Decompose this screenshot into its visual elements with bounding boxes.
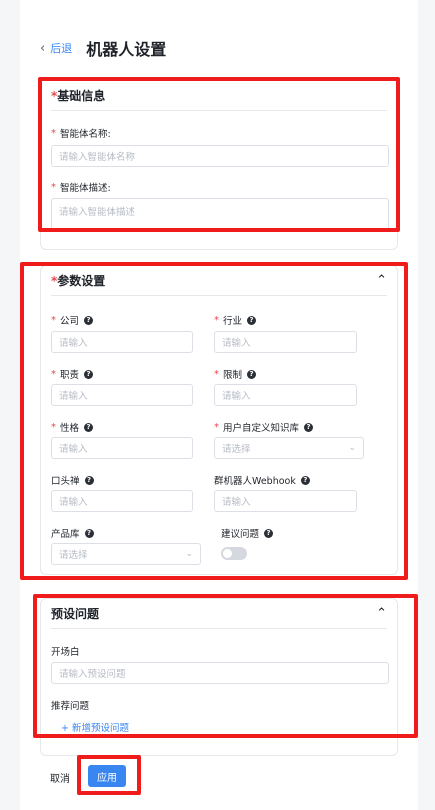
cancel-button[interactable]: 取消: [50, 770, 70, 785]
page-title: 机器人设置: [86, 40, 167, 59]
add-preset-question-link[interactable]: + 新增预设问题: [61, 720, 129, 734]
page-header: ‹ 后退 机器人设置: [40, 36, 166, 60]
webhook-label: 群机器人Webhook?: [214, 473, 310, 487]
help-icon[interactable]: ?: [247, 315, 257, 325]
preset-title: 预设问题: [51, 607, 100, 621]
knowledge-base-select[interactable]: 请选择 ⌄: [214, 437, 364, 459]
company-input[interactable]: 请输入: [51, 331, 193, 353]
suggest-toggle[interactable]: [221, 547, 247, 560]
chevron-left-icon: ‹: [40, 40, 46, 56]
industry-input[interactable]: 请输入: [214, 331, 357, 353]
product-label: 产品库?: [51, 526, 94, 540]
duty-input[interactable]: 请输入: [51, 384, 193, 406]
company-label: * 公司?: [51, 313, 94, 327]
params-title: *参数设置: [51, 274, 106, 288]
duty-label: * 职责?: [51, 367, 94, 381]
agent-desc-label: * 智能体描述:: [51, 181, 111, 195]
back-link[interactable]: ‹ 后退: [40, 40, 72, 56]
apply-button[interactable]: 应用: [88, 765, 126, 787]
collapse-chevron-icon[interactable]: ⌃: [376, 273, 387, 288]
toggle-knob: [223, 549, 232, 558]
help-icon[interactable]: ?: [84, 422, 94, 432]
character-input[interactable]: 请输入: [51, 437, 193, 459]
chevron-down-icon: ⌄: [185, 549, 193, 559]
industry-label: * 行业?: [214, 313, 257, 327]
back-label: 后退: [50, 42, 73, 55]
help-icon[interactable]: ?: [247, 369, 257, 379]
agent-name-input[interactable]: 请输入智能体名称: [51, 145, 389, 167]
preset-header: 预设问题 ⌃: [51, 599, 387, 629]
help-icon[interactable]: ?: [84, 528, 94, 538]
help-icon[interactable]: ?: [84, 475, 94, 485]
settings-page: ‹ 后退 机器人设置 *基础信息 * 智能体名称: 请输入智能体名称 * 智能体描述…: [20, 0, 418, 810]
preset-card: 预设问题 ⌃ 开场白 请输入预设问题 推荐问题 + 新增预设问题: [40, 598, 398, 756]
help-icon[interactable]: ?: [84, 369, 94, 379]
character-label: * 性格?: [51, 420, 94, 434]
help-icon[interactable]: ?: [304, 422, 314, 432]
catchphrase-input[interactable]: 请输入: [51, 490, 193, 512]
params-card: *参数设置 ⌃ * 公司? 请输入 * 行业? 请输入 * 职责? 请输入 * 限制? …: [40, 265, 398, 575]
basic-info-header: *基础信息: [51, 81, 387, 111]
agent-desc-textarea[interactable]: 请输入智能体描述: [51, 198, 389, 230]
suggest-label: 建议问题?: [221, 526, 274, 540]
opening-input[interactable]: 请输入预设问题: [51, 662, 389, 684]
product-select[interactable]: 请选择 ⌄: [51, 543, 201, 565]
collapse-chevron-icon[interactable]: ⌃: [376, 606, 387, 621]
opening-label: 开场白: [51, 647, 80, 658]
agent-name-label: * 智能体名称:: [51, 127, 111, 141]
basic-info-card: *基础信息 * 智能体名称: 请输入智能体名称 * 智能体描述: 请输入智能体描述: [40, 78, 398, 250]
params-header: *参数设置 ⌃: [51, 266, 387, 296]
help-icon[interactable]: ?: [264, 528, 274, 538]
help-icon[interactable]: ?: [300, 475, 310, 485]
help-icon[interactable]: ?: [84, 315, 94, 325]
knowledge-base-label: * 用户自定义知识库?: [214, 420, 314, 434]
recommend-label: 推荐问题: [51, 701, 90, 712]
catchphrase-label: 口头禅?: [51, 473, 94, 487]
basic-info-title: *基础信息: [51, 89, 106, 103]
limit-label: * 限制?: [214, 367, 257, 381]
limit-input[interactable]: 请输入: [214, 384, 357, 406]
webhook-input[interactable]: 请输入: [214, 490, 357, 512]
chevron-down-icon: ⌄: [348, 443, 356, 453]
